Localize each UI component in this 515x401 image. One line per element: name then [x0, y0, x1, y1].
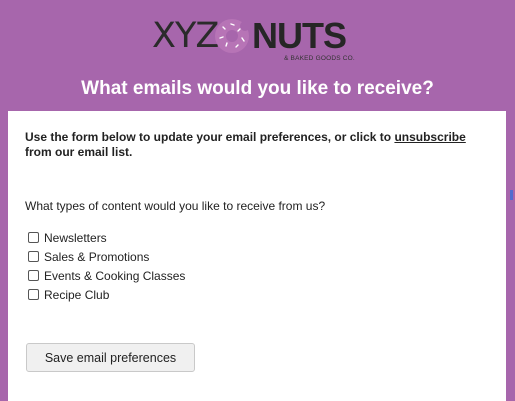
- logo-tagline: & BAKED GOODS CO.: [284, 55, 355, 62]
- page-title: What emails would you like to receive?: [81, 78, 434, 99]
- preferences-panel: Use the form below to update your email …: [8, 111, 506, 401]
- option-label: Events & Cooking Classes: [44, 268, 186, 283]
- option-label: Recipe Club: [44, 287, 110, 302]
- edge-artifact: [510, 190, 513, 200]
- option-newsletters[interactable]: Newsletters: [28, 228, 185, 247]
- unsubscribe-link[interactable]: unsubscribe: [394, 130, 465, 144]
- option-label: Newsletters: [44, 230, 107, 245]
- newsletters-checkbox[interactable]: [28, 232, 39, 243]
- save-preferences-button[interactable]: Save email preferences: [26, 343, 195, 372]
- sales-promotions-checkbox[interactable]: [28, 251, 39, 262]
- donut-icon: [215, 19, 250, 53]
- brand-logo: XYZ NUTS & BAKED GOODS CO.: [152, 14, 362, 66]
- intro-text-end: from our email list.: [25, 145, 133, 159]
- option-label: Sales & Promotions: [44, 249, 150, 264]
- events-cooking-classes-checkbox[interactable]: [28, 270, 39, 281]
- intro-text: Use the form below to update your email …: [25, 130, 495, 160]
- option-recipe-club[interactable]: Recipe Club: [28, 285, 185, 304]
- content-question: What types of content would you like to …: [25, 199, 326, 213]
- option-sales-promotions[interactable]: Sales & Promotions: [28, 247, 185, 266]
- option-events-cooking-classes[interactable]: Events & Cooking Classes: [28, 266, 185, 285]
- logo-prefix: XYZ: [152, 16, 219, 56]
- logo-suffix: NUTS: [252, 15, 347, 56]
- content-options: Newsletters Sales & Promotions Events & …: [28, 228, 185, 304]
- intro-text-start: Use the form below to update your email …: [25, 130, 395, 144]
- recipe-club-checkbox[interactable]: [28, 289, 39, 300]
